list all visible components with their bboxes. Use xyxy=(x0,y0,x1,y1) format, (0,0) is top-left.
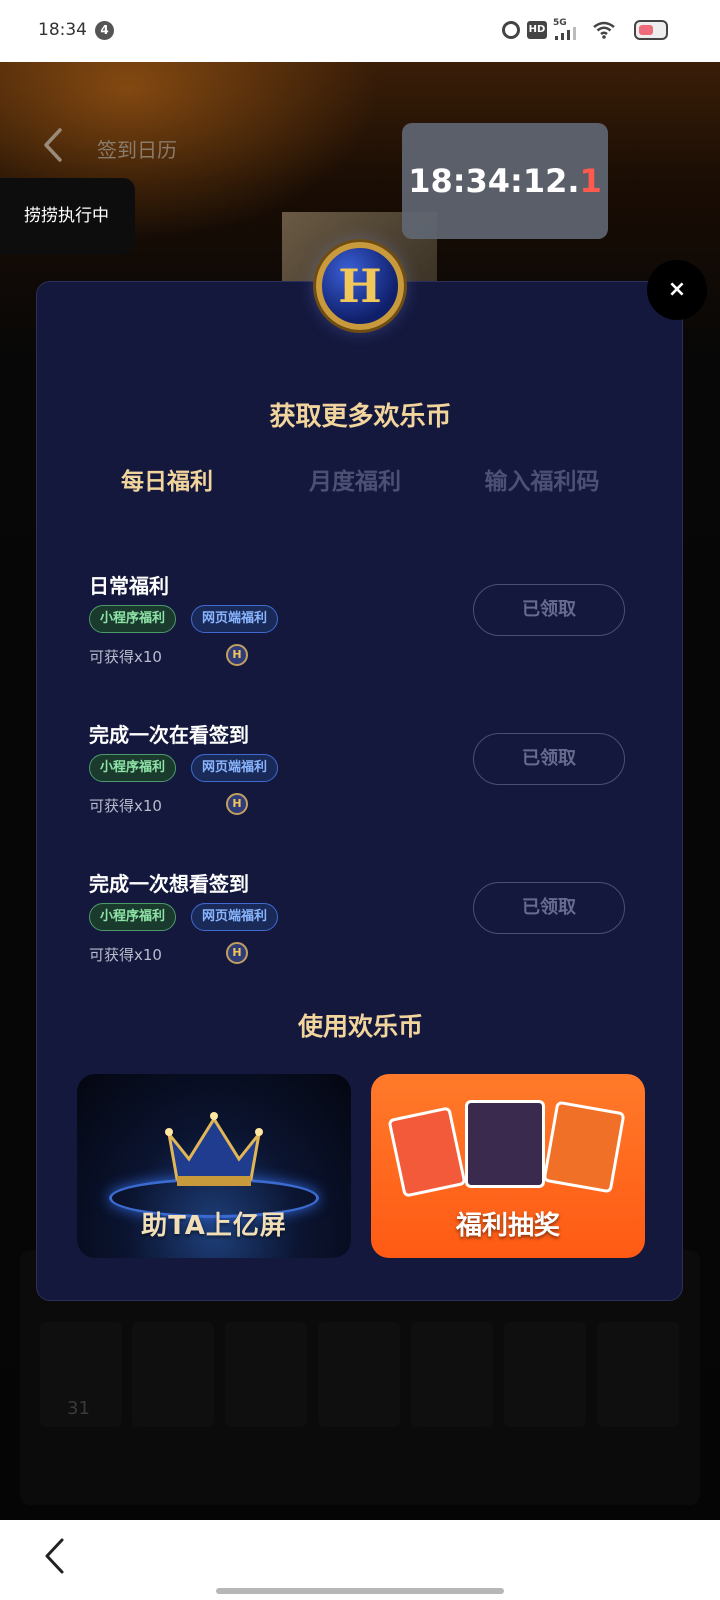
claimed-button[interactable]: 已领取 xyxy=(473,584,625,636)
task-name: 完成一次在看签到 xyxy=(89,723,249,747)
task-name: 日常福利 xyxy=(89,574,169,598)
notification-count-badge: 4 xyxy=(95,21,114,40)
calendar-cell xyxy=(225,1322,307,1427)
wifi-icon xyxy=(593,21,615,39)
claimed-button[interactable]: 已领取 xyxy=(473,733,625,785)
back-arrow-icon[interactable] xyxy=(38,125,68,165)
coin-logo-icon: H xyxy=(316,242,404,330)
nav-back-icon[interactable] xyxy=(42,1536,68,1576)
network-type-label: 5G xyxy=(553,18,567,28)
alarm-icon xyxy=(502,21,520,39)
autograph-card xyxy=(542,1100,626,1194)
calendar-cell xyxy=(132,1322,214,1427)
banner-label: 福利抽奖 xyxy=(455,1211,560,1241)
calendar-day: 31 xyxy=(67,1398,90,1419)
signal-icon: 5G xyxy=(553,18,583,42)
red-packet-card xyxy=(387,1106,467,1198)
task-item: 日常福利 小程序福利 网页端福利 可获得x10 H 已领取 xyxy=(89,570,649,695)
claimed-button[interactable]: 已领取 xyxy=(473,882,625,934)
task-name: 完成一次想看签到 xyxy=(89,872,249,896)
timer-overlay: 18:34:12.1 xyxy=(402,123,608,239)
task-reward: 可获得x10 xyxy=(89,648,162,666)
crown-icon xyxy=(165,1112,263,1186)
banner-label: 助TA上亿屏 xyxy=(141,1211,287,1241)
calendar-cell xyxy=(597,1322,679,1427)
lottery-banner[interactable]: 福利抽奖 xyxy=(371,1074,645,1258)
tag-miniprogram: 小程序福利 xyxy=(89,605,177,633)
boost-screen-banner[interactable]: 助TA上亿屏 xyxy=(77,1074,351,1258)
status-time: 18:34 xyxy=(38,20,87,40)
tab-daily[interactable]: 每日福利 xyxy=(67,462,267,496)
task-reward: 可获得x10 xyxy=(89,946,162,964)
tag-web: 网页端福利 xyxy=(191,903,279,931)
calendar-cell xyxy=(504,1322,586,1427)
battery-icon xyxy=(634,20,668,40)
tag-web: 网页端福利 xyxy=(191,605,279,633)
tag-miniprogram: 小程序福利 xyxy=(89,903,177,931)
task-reward: 可获得x10 xyxy=(89,797,162,815)
coin-icon: H xyxy=(226,644,248,666)
svip-card xyxy=(465,1100,545,1188)
close-button[interactable]: × xyxy=(647,260,707,320)
tab-bar: 每日福利 月度福利 输入福利码 xyxy=(37,462,684,512)
tag-web: 网页端福利 xyxy=(191,754,279,782)
executing-badge[interactable]: 捞捞执行中 xyxy=(0,178,135,254)
timer-main: 18:34:12. xyxy=(408,162,580,200)
calendar-cell xyxy=(411,1322,493,1427)
coin-icon: H xyxy=(226,793,248,815)
status-bar: 18:34 4 HD 5G xyxy=(0,0,720,62)
tab-monthly[interactable]: 月度福利 xyxy=(255,462,455,496)
calendar-cell xyxy=(318,1322,400,1427)
task-item: 完成一次想看签到 小程序福利 网页端福利 可获得x10 H 已领取 xyxy=(89,868,649,993)
tag-miniprogram: 小程序福利 xyxy=(89,754,177,782)
hd-icon: HD xyxy=(527,21,547,39)
coin-modal: 获取更多欢乐币 每日福利 月度福利 输入福利码 日常福利 小程序福利 网页端福利… xyxy=(36,281,683,1301)
page-title: 签到日历 xyxy=(97,138,177,162)
modal-title: 获取更多欢乐币 xyxy=(269,402,452,432)
task-item: 完成一次在看签到 小程序福利 网页端福利 可获得x10 H 已领取 xyxy=(89,719,649,844)
use-coins-title: 使用欢乐币 xyxy=(297,1012,423,1041)
timer-tenth: 1 xyxy=(579,162,602,200)
tab-code[interactable]: 输入福利码 xyxy=(442,462,642,496)
system-nav-bar xyxy=(0,1520,720,1600)
home-indicator[interactable] xyxy=(216,1588,504,1594)
coin-icon: H xyxy=(226,942,248,964)
